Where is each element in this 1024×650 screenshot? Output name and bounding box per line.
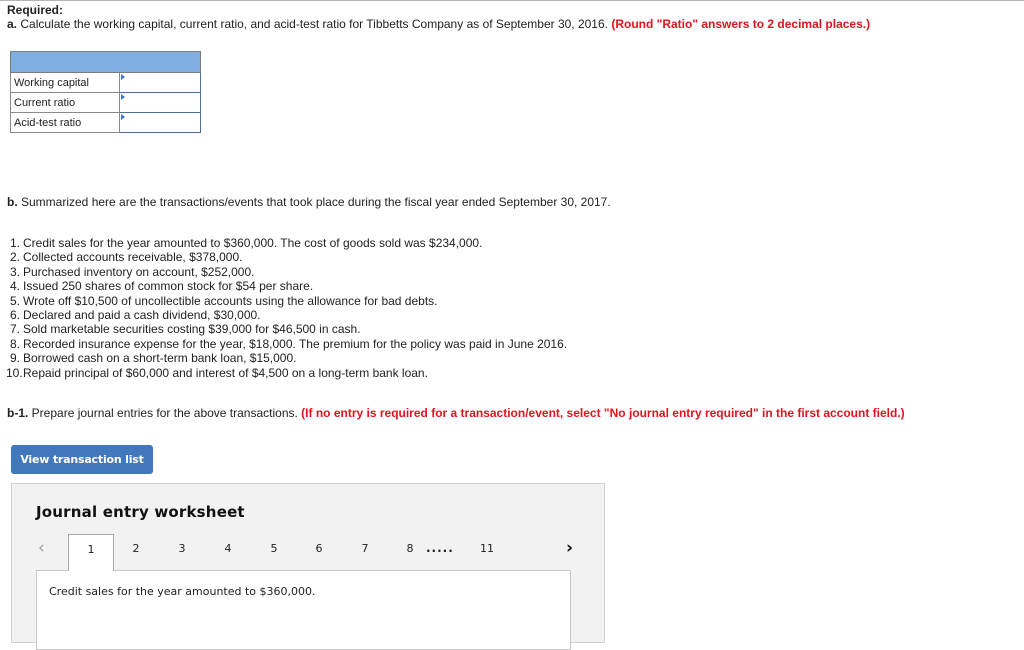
list-item: 2. Collected accounts receivable, $378,00… xyxy=(9,250,243,265)
input-flag-icon xyxy=(121,94,125,100)
part-b1-text: Prepare journal entries for the above tr… xyxy=(28,406,302,420)
worksheet-tab-6[interactable]: 6 xyxy=(296,534,342,567)
row-label-current-ratio: Current ratio xyxy=(10,92,120,113)
working-capital-input[interactable] xyxy=(120,74,200,91)
worksheet-tab-7[interactable]: 7 xyxy=(342,534,388,567)
part-a-note: (Round "Ratio" answers to 2 decimal plac… xyxy=(611,17,871,31)
table-row: Current ratio xyxy=(10,92,201,113)
part-b1-prefix: b-1. xyxy=(7,406,29,420)
view-transaction-list-button[interactable]: View transaction list xyxy=(11,445,153,474)
current-ratio-input[interactable] xyxy=(120,94,200,111)
top-divider xyxy=(0,0,1024,1)
list-item: 10.Repaid principal of $60,000 and inter… xyxy=(6,365,428,380)
required-heading: Required: xyxy=(7,3,64,17)
list-item: 9. Borrowed cash on a short-term bank loa… xyxy=(9,351,297,366)
row-label-acid-test-ratio: Acid-test ratio xyxy=(10,112,120,133)
acid-test-ratio-input[interactable] xyxy=(120,114,200,131)
part-b-instruction: b. Summarized here are the transactions/… xyxy=(7,195,611,209)
table-row: Acid-test ratio xyxy=(10,112,201,133)
part-b-text: Summarized here are the transactions/eve… xyxy=(17,195,611,209)
worksheet-panel: Credit sales for the year amounted to $3… xyxy=(36,570,571,650)
worksheet-tab-1[interactable]: 1 xyxy=(68,534,114,571)
row-label-working-capital: Working capital xyxy=(10,72,120,93)
transaction-list: 1. Credit sales for the year amounted to … xyxy=(6,236,567,380)
table-row: Working capital xyxy=(10,72,201,93)
list-item: 5. Wrote off $10,500 of uncollectible acc… xyxy=(9,293,438,308)
pager-ellipsis: ..... xyxy=(426,541,454,555)
part-a-prefix: a. xyxy=(7,17,18,31)
ratio-answer-table: Working capital Current ratio Acid-test … xyxy=(10,51,201,133)
chevron-right-icon[interactable]: › xyxy=(566,538,573,558)
worksheet-tab-3[interactable]: 3 xyxy=(159,534,205,567)
input-flag-icon xyxy=(121,74,125,80)
worksheet-tab-4[interactable]: 4 xyxy=(205,534,251,567)
worksheet-tab-5[interactable]: 5 xyxy=(251,534,297,567)
part-a-instruction: a. Calculate the working capital, curren… xyxy=(7,17,870,31)
part-b1-note: (If no entry is required for a transacti… xyxy=(301,406,905,420)
table-header-row xyxy=(10,51,201,73)
journal-entry-worksheet: Journal entry worksheet ‹ 1 2 3 4 5 6 7 … xyxy=(11,483,606,650)
list-item: 3. Purchased inventory on account, $252,0… xyxy=(9,264,255,279)
part-b-prefix: b. xyxy=(7,195,18,209)
list-item: 6. Declared and paid a cash dividend, $30… xyxy=(9,308,261,323)
part-a-text: Calculate the working capital, current r… xyxy=(17,17,612,31)
chevron-left-icon[interactable]: ‹ xyxy=(38,538,45,558)
list-item: 1. Credit sales for the year amounted to … xyxy=(9,236,483,250)
transaction-description: Credit sales for the year amounted to $3… xyxy=(49,585,316,598)
input-flag-icon xyxy=(121,114,125,120)
worksheet-tab-11[interactable]: 11 xyxy=(464,534,510,567)
part-b1-instruction: b-1. Prepare journal entries for the abo… xyxy=(7,406,905,420)
list-item: 7. Sold marketable securities costing $39… xyxy=(9,322,361,337)
worksheet-tab-2[interactable]: 2 xyxy=(113,534,159,567)
worksheet-pager: ‹ 1 2 3 4 5 6 7 8 ..... 11 › xyxy=(12,534,606,574)
list-item: 8. Recorded insurance expense for the yea… xyxy=(9,336,568,351)
worksheet-title: Journal entry worksheet xyxy=(36,503,245,521)
list-item: 4. Issued 250 shares of common stock for … xyxy=(9,279,314,294)
